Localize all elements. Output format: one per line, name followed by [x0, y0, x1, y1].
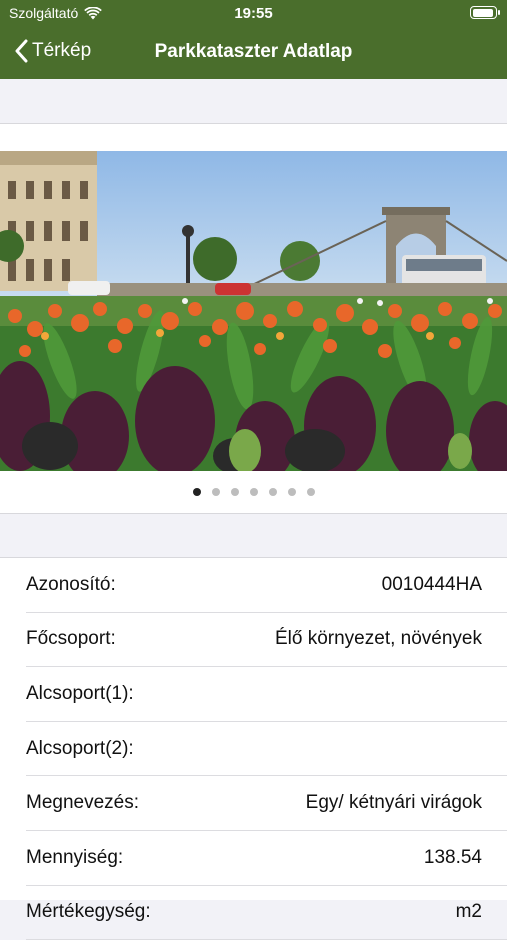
- page-title: Parkkataszter Adatlap: [154, 41, 353, 62]
- page-dot[interactable]: [192, 488, 201, 496]
- page-indicator[interactable]: [0, 471, 507, 514]
- detail-label: Alcsoport(1):: [26, 682, 134, 704]
- photo-carousel[interactable]: [0, 151, 507, 471]
- detail-value: m2: [455, 901, 482, 923]
- detail-label: Mértékegység:: [26, 901, 151, 923]
- park-flowerbed-photo: [0, 151, 507, 471]
- detail-row-mertekegyseg: Mértékegység: m2: [26, 886, 507, 940]
- detail-label: Azonosító:: [26, 573, 116, 595]
- detail-row-alcsoport-2: Alcsoport(2):: [26, 722, 507, 777]
- header: Szolgáltató 19:55 Térkép Parkkataszter A…: [0, 0, 507, 79]
- section-spacer: [0, 514, 507, 558]
- top-spacer: [0, 79, 507, 124]
- page-dot[interactable]: [306, 488, 315, 496]
- page-dot[interactable]: [287, 488, 296, 496]
- detail-row-mennyiseg: Mennyiség: 138.54: [26, 831, 507, 886]
- detail-value: 0010444HA: [381, 573, 482, 595]
- detail-row-alcsoport-1: Alcsoport(1):: [26, 667, 507, 722]
- detail-row-megnevezes: Megnevezés: Egy/ kétnyári virágok: [26, 776, 507, 831]
- detail-label: Főcsoport:: [26, 628, 116, 650]
- page-dot[interactable]: [268, 488, 277, 496]
- page-dot[interactable]: [249, 488, 258, 496]
- detail-value: Egy/ kétnyári virágok: [305, 792, 482, 814]
- detail-value: Élő környezet, növények: [274, 628, 482, 650]
- detail-label: Alcsoport(2):: [26, 737, 134, 759]
- detail-row-azonosito: Azonosító: 0010444HA: [26, 558, 507, 613]
- detail-label: Mennyiség:: [26, 846, 124, 868]
- navigation-bar: Térkép Parkkataszter Adatlap: [0, 28, 507, 79]
- battery-icon: [470, 6, 500, 19]
- detail-label: Megnevezés:: [26, 792, 140, 814]
- status-bar: Szolgáltató 19:55: [0, 0, 507, 28]
- detail-row-focsoport: Főcsoport: Élő környezet, növények: [26, 613, 507, 668]
- page-dot[interactable]: [230, 488, 239, 496]
- clock: 19:55: [234, 5, 273, 22]
- gallery-top-margin: [0, 124, 507, 151]
- detail-value: 138.54: [423, 846, 482, 868]
- details-list: Azonosító: 0010444HA Főcsoport: Élő körn…: [0, 558, 507, 940]
- page-dot[interactable]: [211, 488, 220, 496]
